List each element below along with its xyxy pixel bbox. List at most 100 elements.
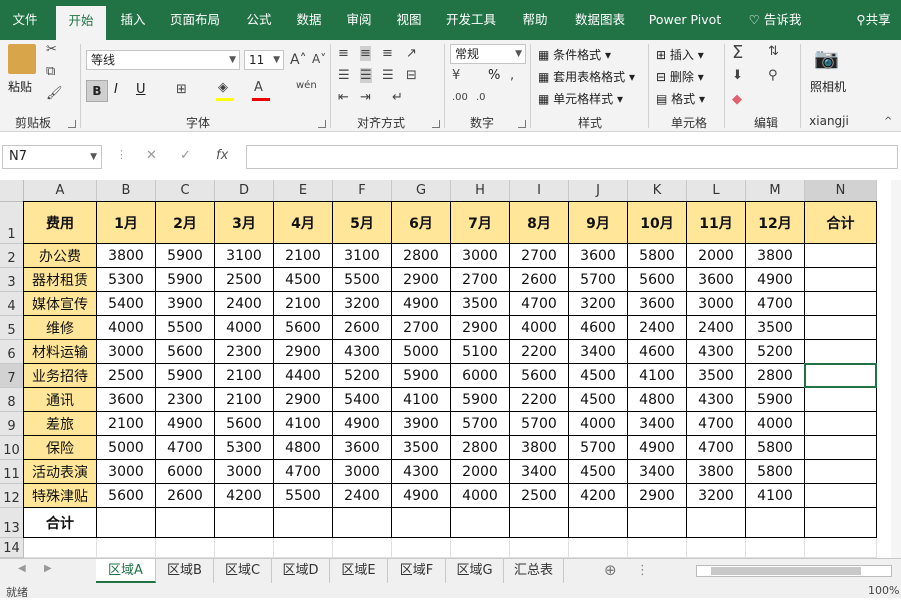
table-cell[interactable]: 2600	[156, 484, 215, 508]
table-cell[interactable]: 3000	[333, 460, 392, 484]
table-cell[interactable]: 4700	[274, 460, 333, 484]
table-cell[interactable]: 2900	[392, 268, 451, 292]
sheet-tab[interactable]: 区域A	[96, 559, 156, 583]
total-row-cell[interactable]	[333, 508, 392, 538]
table-cell[interactable]: 5500	[333, 268, 392, 292]
table-cell[interactable]: 5600	[274, 316, 333, 340]
expense-name-cell[interactable]: 活动表演	[24, 460, 97, 484]
table-cell[interactable]: 2800	[746, 364, 805, 388]
table-cell[interactable]: 5300	[215, 436, 274, 460]
expense-name-cell[interactable]: 特殊津贴	[24, 484, 97, 508]
table-header-cell[interactable]: 2月	[156, 202, 215, 244]
sheet-tab[interactable]: 汇总表	[504, 559, 564, 583]
total-cell[interactable]	[805, 412, 877, 436]
row-header-7[interactable]: 7	[0, 364, 24, 388]
table-cell[interactable]: 3200	[333, 292, 392, 316]
cell-styles-button[interactable]: ▦ 单元格样式 ▾	[538, 90, 623, 107]
total-row-cell[interactable]	[97, 508, 156, 538]
name-box[interactable]: N7 ▼	[2, 145, 102, 169]
table-cell[interactable]: 3000	[687, 292, 746, 316]
align-right-icon[interactable]: ☰	[382, 68, 394, 83]
table-cell[interactable]: 2100	[274, 292, 333, 316]
table-cell[interactable]: 4800	[274, 436, 333, 460]
table-cell[interactable]: 5900	[451, 388, 510, 412]
cut-icon[interactable]: ✂	[46, 42, 57, 57]
expense-name-cell[interactable]: 通讯	[24, 388, 97, 412]
tab-power-pivot[interactable]: Power Pivot	[640, 0, 730, 40]
table-cell[interactable]: 4000	[97, 316, 156, 340]
column-header-m[interactable]: M	[746, 180, 805, 202]
table-cell[interactable]: 4700	[687, 436, 746, 460]
table-cell[interactable]: 4600	[628, 340, 687, 364]
table-cell[interactable]: 3600	[687, 268, 746, 292]
total-cell[interactable]	[805, 340, 877, 364]
total-cell[interactable]	[805, 244, 877, 268]
table-cell[interactable]: 4700	[746, 292, 805, 316]
row-header-10[interactable]: 10	[0, 436, 24, 460]
table-cell[interactable]: 2200	[510, 388, 569, 412]
camera-button[interactable]: 照相机	[810, 78, 846, 95]
table-cell[interactable]: 4000	[451, 484, 510, 508]
tab-developer[interactable]: 开发工具	[436, 0, 506, 40]
table-cell[interactable]: 5200	[333, 364, 392, 388]
table-header-cell[interactable]: 7月	[451, 202, 510, 244]
comma-style-icon[interactable]: ,	[510, 68, 514, 83]
table-cell[interactable]: 5000	[392, 340, 451, 364]
table-cell[interactable]: 4500	[274, 268, 333, 292]
copy-icon[interactable]: ⧉	[46, 64, 55, 79]
table-cell[interactable]: 2700	[451, 268, 510, 292]
expense-name-cell[interactable]: 媒体宣传	[24, 292, 97, 316]
table-cell[interactable]: 5600	[156, 340, 215, 364]
table-cell[interactable]: 3000	[97, 460, 156, 484]
table-cell[interactable]: 2600	[333, 316, 392, 340]
table-cell[interactable]: 4300	[392, 460, 451, 484]
table-cell[interactable]: 2400	[628, 316, 687, 340]
underline-button[interactable]: U	[136, 82, 146, 97]
align-bottom-icon[interactable]: ≡	[382, 46, 393, 61]
expense-name-cell[interactable]: 差旅	[24, 412, 97, 436]
empty-cell[interactable]	[274, 538, 333, 558]
table-cell[interactable]: 4900	[392, 292, 451, 316]
empty-cell[interactable]	[510, 538, 569, 558]
prev-sheet-icon[interactable]: ◀	[18, 563, 26, 574]
table-cell[interactable]: 2000	[687, 244, 746, 268]
number-launcher-icon[interactable]	[518, 120, 526, 128]
total-row-cell[interactable]	[451, 508, 510, 538]
table-cell[interactable]: 5600	[510, 364, 569, 388]
table-cell[interactable]: 2900	[274, 340, 333, 364]
total-cell[interactable]	[805, 388, 877, 412]
expense-name-cell[interactable]: 器材租赁	[24, 268, 97, 292]
table-cell[interactable]: 2200	[510, 340, 569, 364]
font-launcher-icon[interactable]	[318, 120, 326, 128]
table-cell[interactable]: 6000	[156, 460, 215, 484]
table-cell[interactable]: 5700	[569, 436, 628, 460]
table-cell[interactable]: 2400	[687, 316, 746, 340]
table-cell[interactable]: 3500	[687, 364, 746, 388]
table-cell[interactable]: 3800	[97, 244, 156, 268]
table-cell[interactable]: 4600	[569, 316, 628, 340]
table-cell[interactable]: 5100	[451, 340, 510, 364]
formula-input[interactable]	[246, 145, 898, 169]
column-header-f[interactable]: F	[333, 180, 392, 202]
table-cell[interactable]: 4800	[628, 388, 687, 412]
align-center-icon[interactable]: ☰	[360, 68, 372, 83]
table-header-cell[interactable]: 1月	[97, 202, 156, 244]
total-row-cell[interactable]	[687, 508, 746, 538]
tab-insert[interactable]: 插入	[110, 0, 156, 40]
table-cell[interactable]: 2300	[156, 388, 215, 412]
total-cell[interactable]	[805, 460, 877, 484]
empty-cell[interactable]	[746, 538, 805, 558]
table-cell[interactable]: 2100	[274, 244, 333, 268]
cancel-icon[interactable]: ✕	[146, 148, 157, 163]
table-cell[interactable]: 5800	[746, 436, 805, 460]
total-cell[interactable]	[805, 268, 877, 292]
table-cell[interactable]: 3500	[746, 316, 805, 340]
table-cell[interactable]: 2500	[215, 268, 274, 292]
table-cell[interactable]: 4000	[510, 316, 569, 340]
table-header-cell[interactable]: 费用	[24, 202, 97, 244]
total-row-cell[interactable]	[156, 508, 215, 538]
table-cell[interactable]: 4700	[687, 412, 746, 436]
table-header-cell[interactable]: 合计	[805, 202, 877, 244]
table-cell[interactable]: 3000	[451, 244, 510, 268]
table-cell[interactable]: 2300	[215, 340, 274, 364]
